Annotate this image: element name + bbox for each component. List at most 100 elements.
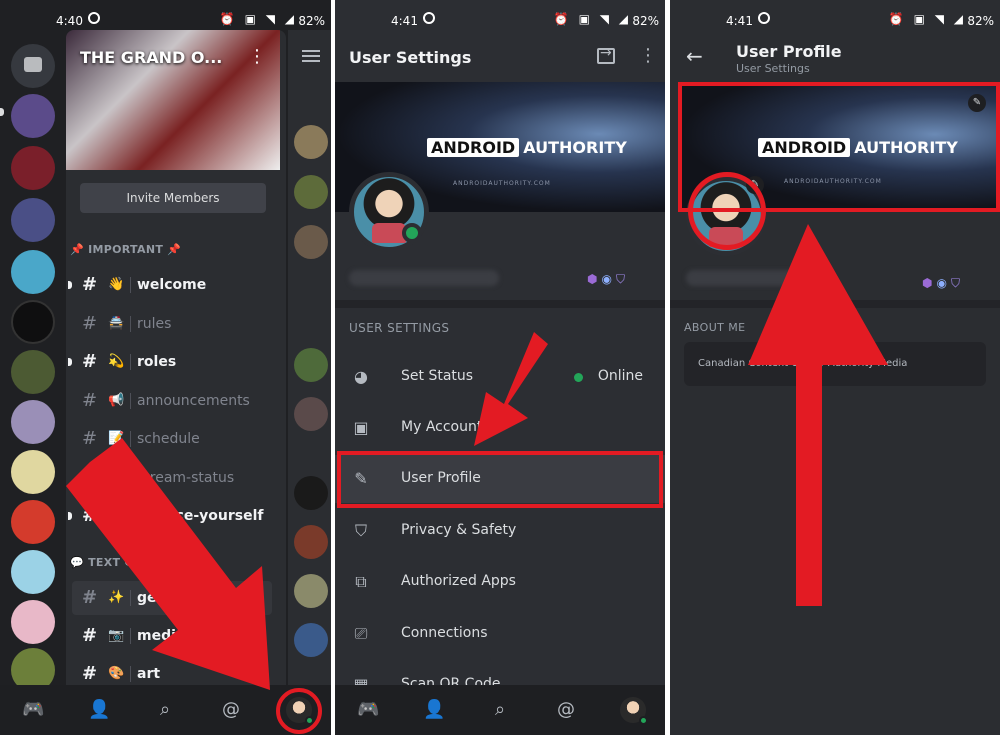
- battery-level: 82%: [967, 14, 994, 28]
- channel-emoji: 🚔: [108, 316, 125, 331]
- member-list-peek[interactable]: [288, 30, 331, 685]
- row-value: Online: [597, 368, 643, 384]
- channel-emoji: ✨: [108, 590, 125, 605]
- server-icon[interactable]: [11, 94, 55, 138]
- server-name[interactable]: THE GRAND O...: [80, 48, 222, 67]
- shield-badge-icon: ⛉: [950, 276, 964, 290]
- channel-stream-status[interactable]: # stream-status: [72, 461, 272, 495]
- friends-icon[interactable]: 👤: [423, 699, 445, 721]
- channel-announcements[interactable]: # 📢 announcements: [72, 384, 272, 418]
- server-icon[interactable]: [11, 350, 55, 394]
- server-icon[interactable]: [11, 450, 55, 494]
- member-avatar[interactable]: [294, 225, 328, 259]
- logout-icon[interactable]: [597, 45, 615, 64]
- hash-icon: #: [82, 625, 98, 646]
- battery-level: 82%: [298, 14, 325, 28]
- search-icon[interactable]: ⌕: [154, 699, 176, 721]
- discord-home-icon[interactable]: 🎮: [357, 699, 379, 721]
- server-icon[interactable]: [11, 146, 55, 190]
- connections-row[interactable]: ⎚ Connections: [335, 610, 665, 658]
- member-avatar[interactable]: [294, 125, 328, 159]
- member-avatar[interactable]: [294, 623, 328, 657]
- annotation-box: [337, 451, 663, 508]
- direct-messages-button[interactable]: [11, 44, 55, 88]
- row-label: Authorized Apps: [401, 573, 516, 589]
- mentions-icon[interactable]: @: [555, 699, 577, 721]
- hamburger-menu-icon[interactable]: [302, 50, 320, 62]
- separator: [130, 354, 131, 370]
- member-avatar[interactable]: [294, 525, 328, 559]
- channel-name: rules: [137, 316, 172, 332]
- server-icon[interactable]: [11, 400, 55, 444]
- battery-level: 82%: [632, 14, 659, 28]
- channel-introduce-yourself[interactable]: # 🔥 ...oduce-yourself: [68, 499, 272, 533]
- channel-name: stream-status: [137, 470, 235, 486]
- server-icon[interactable]: [11, 300, 55, 344]
- my-account-row[interactable]: ▣ My Account: [335, 404, 665, 452]
- status-icon: ◕: [354, 367, 368, 386]
- member-avatar[interactable]: [294, 175, 328, 209]
- channel-art[interactable]: # 🎨 art: [72, 657, 272, 685]
- separator: [130, 470, 131, 486]
- server-icon[interactable]: [11, 198, 55, 242]
- channel-general[interactable]: # ✨ genera...: [72, 581, 272, 615]
- connections-icon: ⎚: [354, 624, 368, 643]
- mentions-icon[interactable]: @: [220, 699, 242, 721]
- hash-icon: #: [82, 390, 98, 411]
- invite-members-button[interactable]: Invite Members: [80, 183, 266, 213]
- hash-icon: #: [82, 351, 98, 372]
- set-status-row[interactable]: ◕ Set Status Online: [335, 353, 665, 401]
- back-arrow-icon[interactable]: ←: [686, 44, 703, 68]
- discord-home-icon[interactable]: 🎮: [22, 699, 44, 721]
- about-me-field[interactable]: Canadian Content C... for Authority Medi…: [684, 342, 986, 386]
- channel-list: THE GRAND O... ⋮ Invite Members 📌 IMPORT…: [66, 30, 286, 685]
- nitro-badge-icon: ◉: [936, 276, 951, 290]
- system-tray-icons: ⏰ ▣ ◥ ◢: [888, 12, 966, 26]
- server-icon[interactable]: [11, 250, 55, 294]
- channel-emoji: 📝: [108, 431, 125, 446]
- hypesquad-badge-icon: ⬢: [922, 276, 937, 290]
- system-tray-icons: ⏰ ▣ ◥ ◢: [553, 12, 631, 26]
- profile-badges: ⬢◉⛉: [587, 272, 629, 287]
- authorized-apps-row[interactable]: ⧉ Authorized Apps: [335, 558, 665, 606]
- username-blurred: [349, 270, 499, 286]
- separator: [130, 666, 131, 682]
- row-label: Set Status: [401, 368, 474, 384]
- search-icon[interactable]: ⌕: [489, 699, 511, 721]
- avatar-shirt: [372, 223, 406, 243]
- privacy-safety-row[interactable]: ⛉ Privacy & Safety: [335, 507, 665, 555]
- more-options-icon[interactable]: ⋮: [248, 46, 266, 67]
- hash-icon: #: [82, 274, 98, 295]
- more-options-icon[interactable]: ⋮: [639, 45, 657, 66]
- unread-indicator: [68, 512, 72, 520]
- selected-server-pip: [0, 108, 4, 116]
- section-label: USER SETTINGS: [349, 321, 450, 335]
- server-icon[interactable]: [11, 550, 55, 594]
- member-avatar[interactable]: [294, 476, 328, 510]
- hash-icon: #: [82, 467, 98, 488]
- server-icon[interactable]: [11, 500, 55, 544]
- profile-badges: ⬢◉⛉: [922, 276, 964, 291]
- account-icon: ▣: [353, 418, 369, 437]
- server-channel-screen: 4:40 ⏰ ▣ ◥ ◢ 82% THE GRAND O... ⋮ Invite…: [0, 0, 331, 735]
- category-important[interactable]: 📌 IMPORTANT 📌: [70, 243, 181, 256]
- channel-roles[interactable]: # 💫 roles: [68, 345, 272, 379]
- channel-rules[interactable]: # 🚔 rules: [72, 307, 272, 341]
- channel-welcome[interactable]: # 👋 welcome: [68, 268, 272, 302]
- member-avatar[interactable]: [294, 574, 328, 608]
- friends-icon[interactable]: 👤: [88, 699, 110, 721]
- system-tray-icons: ⏰ ▣ ◥ ◢: [219, 12, 297, 26]
- member-avatar[interactable]: [294, 348, 328, 382]
- row-label: My Account: [401, 419, 483, 435]
- page-subtitle: User Settings: [736, 62, 810, 75]
- member-avatar[interactable]: [294, 397, 328, 431]
- divider: [670, 300, 1000, 308]
- channel-media[interactable]: # 📷 media: [72, 619, 272, 653]
- channel-schedule[interactable]: # 📝 schedule: [72, 422, 272, 456]
- server-rail[interactable]: [0, 30, 66, 692]
- settings-header: User Settings ⋮: [335, 30, 665, 82]
- channel-name: schedule: [137, 431, 200, 447]
- profile-avatar-button[interactable]: [620, 697, 648, 725]
- category-text-channels[interactable]: 💬 TEXT CHAN...: [70, 556, 174, 569]
- server-icon[interactable]: [11, 600, 55, 644]
